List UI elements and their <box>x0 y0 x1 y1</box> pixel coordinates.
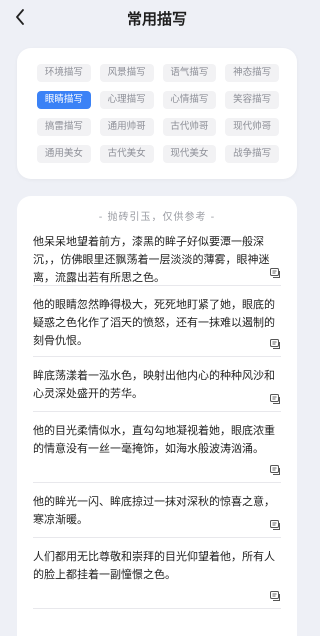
category-tags-card: 环境描写 风景描写 语气描写 神态描写眼睛描写 心理描写 心情描写 笑容描写搞雷描写 通用帅哥… <box>17 48 297 179</box>
category-tag[interactable]: 搞雷描写 <box>37 118 91 136</box>
category-tag[interactable]: 通用美女 <box>37 145 91 163</box>
list-item: 他的眸光一闪、眸底掠过一抹对深秋的惊喜之意，寒凉渐暖。 <box>33 483 281 538</box>
page-title: 常用描写 <box>126 10 187 28</box>
copy-icon[interactable] <box>269 590 281 602</box>
category-tag[interactable]: 心情描写 <box>162 91 217 109</box>
category-tag[interactable]: 战争描写 <box>225 145 279 163</box>
description-list-card: - 抛砖引玉，仅供参考 - 他呆呆地望着前方，漆黑的眸子好似要潭一般深沉，，仿佛… <box>17 196 297 636</box>
top-bar: 常用描写 <box>0 0 314 36</box>
description-text: 眸底荡漾着一泓水色，映射出他内心的种种风沙和心灵深处盛开的芳华。 <box>33 369 275 400</box>
category-tag[interactable]: 风景描写 <box>99 64 154 82</box>
description-text: 他的目光柔情似水，直勾勾地凝视着她，眼底浓重的情意没有一丝一毫掩饰，如海水般波涛… <box>33 424 275 455</box>
list-item: 眸底荡漾着一泓水色，映射出他内心的种种风沙和心灵深处盛开的芳华。 <box>33 357 281 412</box>
copy-icon[interactable] <box>269 267 281 279</box>
category-tag[interactable]: 古代美女 <box>99 145 154 163</box>
category-tag[interactable]: 古代帅哥 <box>162 118 217 136</box>
copy-icon[interactable] <box>269 393 281 405</box>
copy-icon[interactable] <box>269 519 281 531</box>
list-item: 他的目光柔情似水，直勾勾地凝视着她，眼底浓重的情意没有一丝一毫掩饰，如海水般波涛… <box>33 412 281 483</box>
category-tag[interactable]: 现代帅哥 <box>225 118 279 136</box>
category-tag[interactable]: 环境描写 <box>37 64 91 82</box>
category-tag[interactable]: 语气描写 <box>162 64 217 82</box>
description-list: 他呆呆地望着前方，漆黑的眸子好似要潭一般深沉，，仿佛眼里还飘荡着一层淡淡的薄雾，… <box>17 223 297 609</box>
category-tags: 环境描写 风景描写 语气描写 神态描写眼睛描写 心理描写 心情描写 笑容描写搞雷描写 通用帅哥… <box>37 64 279 163</box>
category-tag[interactable]: 心理描写 <box>99 91 154 109</box>
description-text: 他呆呆地望着前方，漆黑的眸子好似要潭一般深沉，，仿佛眼里还飘荡着一层淡淡的薄雾，… <box>33 235 270 284</box>
list-item: 他的眼睛忽然睁得极大，死死地盯紧了她，眼底的疑惑之色化作了滔天的愤怒，还有一抹难… <box>33 286 281 357</box>
category-tag[interactable]: 现代美女 <box>162 145 217 163</box>
category-tag[interactable]: 眼睛描写 <box>37 91 91 109</box>
copy-icon[interactable] <box>269 338 281 350</box>
list-item: 他呆呆地望着前方，漆黑的眸子好似要潭一般深沉，，仿佛眼里还飘荡着一层淡淡的薄雾，… <box>33 223 281 286</box>
description-text: 人们都用无比尊敬和崇拜的目光仰望着他，所有人的脸上都挂着一副憧憬之色。 <box>33 550 275 581</box>
list-item: 人们都用无比尊敬和崇拜的目光仰望着他，所有人的脸上都挂着一副憧憬之色。 <box>33 538 281 609</box>
category-tag[interactable]: 神态描写 <box>225 64 279 82</box>
description-text: 他的眼睛忽然睁得极大，死死地盯紧了她，眼底的疑惑之色化作了滔天的愤怒，还有一抹难… <box>33 298 275 347</box>
copy-icon[interactable] <box>269 464 281 476</box>
reference-note: - 抛砖引玉，仅供参考 - <box>98 212 216 223</box>
description-text: 他的眸光一闪、眸底掠过一抹对深秋的惊喜之意，寒凉渐暖。 <box>33 495 275 526</box>
category-tag[interactable]: 笑容描写 <box>225 91 279 109</box>
category-tag[interactable]: 通用帅哥 <box>99 118 154 136</box>
